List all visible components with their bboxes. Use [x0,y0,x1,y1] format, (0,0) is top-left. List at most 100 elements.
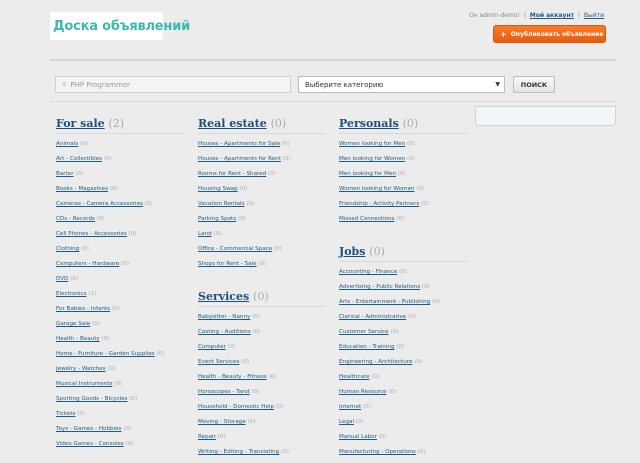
category-link[interactable]: Parking Spots [198,216,236,222]
category-link[interactable]: Arts - Entertainment - Publishing [339,299,430,305]
section-heading: Services (0) [198,290,326,303]
category-select[interactable]: Выберите категорию ▼ [298,76,505,93]
category-count: (0) [396,216,405,222]
list-item: Friendship - Activity Partners (0) [339,200,467,215]
list-item: Tickets (0) [56,410,184,425]
list-item: Art - Collectibles (0) [56,155,184,170]
category-link[interactable]: Internet [339,404,361,410]
category-link[interactable]: Human Resource [339,389,387,395]
list-item: Electronics (1) [56,290,184,305]
category-link[interactable]: Cell Phones - Accessories [56,231,127,237]
category-link[interactable]: Missed Connections [339,216,395,222]
category-count: (0) [156,351,165,357]
category-link[interactable]: Repair [198,434,216,440]
category-link[interactable]: DVD [56,276,68,282]
category-link[interactable]: Toys - Games - Hobbies [56,426,121,432]
category-link[interactable]: Babysitter - Nanny [198,314,250,320]
category-link[interactable]: Computer [198,344,226,350]
list-item: Home - Furniture - Garden Supplies (0) [56,350,184,365]
category-count: (0) [92,321,100,327]
category-link[interactable]: Customer Service [339,329,389,335]
category-link[interactable]: Rooms for Rent - Shared [198,171,266,177]
category-link[interactable]: Writing - Editing - Translating [198,449,279,455]
logo-text: Доска объявлений [53,18,191,34]
category-count: (0) [432,299,441,305]
list-item: Cameras - Camera Accessories (0) [56,200,184,215]
category-link[interactable]: Video Games - Consoles [56,441,124,447]
category-link[interactable]: Women looking for Women [339,186,414,192]
my-account-link[interactable]: Мой аккаунт [530,12,574,19]
category-link[interactable]: Women looking for Men [339,141,405,147]
section-count: (0) [270,117,287,130]
category-link[interactable]: Home - Furniture - Garden Supplies [56,351,155,357]
section-heading: Real estate (0) [198,117,326,130]
category-link[interactable]: Office - Commercial Space [198,246,272,252]
list-item: Land (0) [198,230,326,245]
category-link[interactable]: Health - Beauty [56,336,100,342]
category-link[interactable]: Jewelry - Watches [56,366,106,372]
category-count: (0) [114,381,123,387]
category-link[interactable]: Engineering - Architecture [339,359,412,365]
category-link[interactable]: Legal [339,419,354,425]
category-link[interactable]: Musical Instruments [56,381,112,387]
category-count: (0) [251,389,260,395]
category-link[interactable]: Friendship - Activity Partners [339,201,419,207]
category-link[interactable]: Casting - Auditions [198,329,251,335]
section-title-link[interactable]: Personals [339,117,399,130]
section-title-link[interactable]: For sale [56,117,105,130]
search-input[interactable]: ⚲ PHP Programmer [55,76,291,93]
category-link[interactable]: Health - Beauty - Fitness [198,374,267,380]
category-link[interactable]: Housing Swap [198,186,238,192]
category-link[interactable]: Advertising - Public Relations [339,284,420,290]
category-link[interactable]: Accounting - Finance [339,269,397,275]
category-link[interactable]: Event Services [198,359,239,365]
category-link[interactable]: Household - Domestic Help [198,404,274,410]
logout-link[interactable]: Выйти [584,12,604,19]
list-item: Education - Training (0) [339,343,467,358]
category-link[interactable]: Sporting Goods - Bicycles [56,396,127,402]
category-link[interactable]: Moving - Storage [198,419,246,425]
category-link[interactable]: Garage Sale [56,321,90,327]
category-count: (0) [268,374,277,380]
category-link[interactable]: Electronics [56,291,87,297]
category-count: (0) [129,396,138,402]
list-item: Internet (0) [339,403,467,418]
category-select-value: Выберите категорию [305,80,384,89]
category-link[interactable]: Manufacturing - Operations [339,449,416,455]
category-link[interactable]: Books - Magazines [56,186,108,192]
category-count: (0) [378,434,387,440]
category-link[interactable]: Horoscopes - Tarot [198,389,250,395]
section-title-link[interactable]: Jobs [339,245,365,258]
category-link[interactable]: Clerical - Administrative [339,314,406,320]
category-link[interactable]: Animals [56,141,78,147]
category-link[interactable]: Men looking for Men [339,171,396,177]
site-logo[interactable]: Доска объявлений [50,12,190,40]
category-link[interactable]: Clothing [56,246,79,252]
category-link[interactable]: Vacation Rentals [198,201,245,207]
category-link[interactable]: Art - Collectibles [56,156,102,162]
search-button[interactable]: ПОИСК [513,76,555,93]
category-link[interactable]: Healthcare [339,374,370,380]
category-link[interactable]: Computers - Hardware [56,261,119,267]
category-link[interactable]: CDs - Records [56,216,95,222]
category-link[interactable]: Men looking for Women [339,156,405,162]
section-title-link[interactable]: Real estate [198,117,267,130]
category-link[interactable]: For Babies - Infants [56,306,110,312]
search-divider [50,101,616,102]
section-title-link[interactable]: Services [198,290,249,303]
category-link[interactable]: Education - Training [339,344,395,350]
category-link[interactable]: Land [198,231,212,237]
category-count: (0) [417,449,426,455]
list-item: Healthcare (0) [339,373,467,388]
category-link[interactable]: Cameras - Camera Accessories [56,201,143,207]
category-link[interactable]: Manual Labor [339,434,377,440]
category-link[interactable]: Barter [56,171,74,177]
category-section: Services (0) Babysitter - Nanny (0) Castin… [198,290,326,463]
category-link[interactable]: Houses - Apartments for Sale [198,141,280,147]
list-item: Books - Magazines (0) [56,185,184,200]
category-link[interactable]: Tickets [56,411,75,417]
category-list: Animals (0) Art - Collectibles (0) Barter … [56,140,184,455]
category-link[interactable]: Shops for Rent - Sale [198,261,257,267]
category-link[interactable]: Houses - Apartments for Rent [198,156,281,162]
post-ad-button[interactable]: + Опубликовать объявление [493,25,606,43]
